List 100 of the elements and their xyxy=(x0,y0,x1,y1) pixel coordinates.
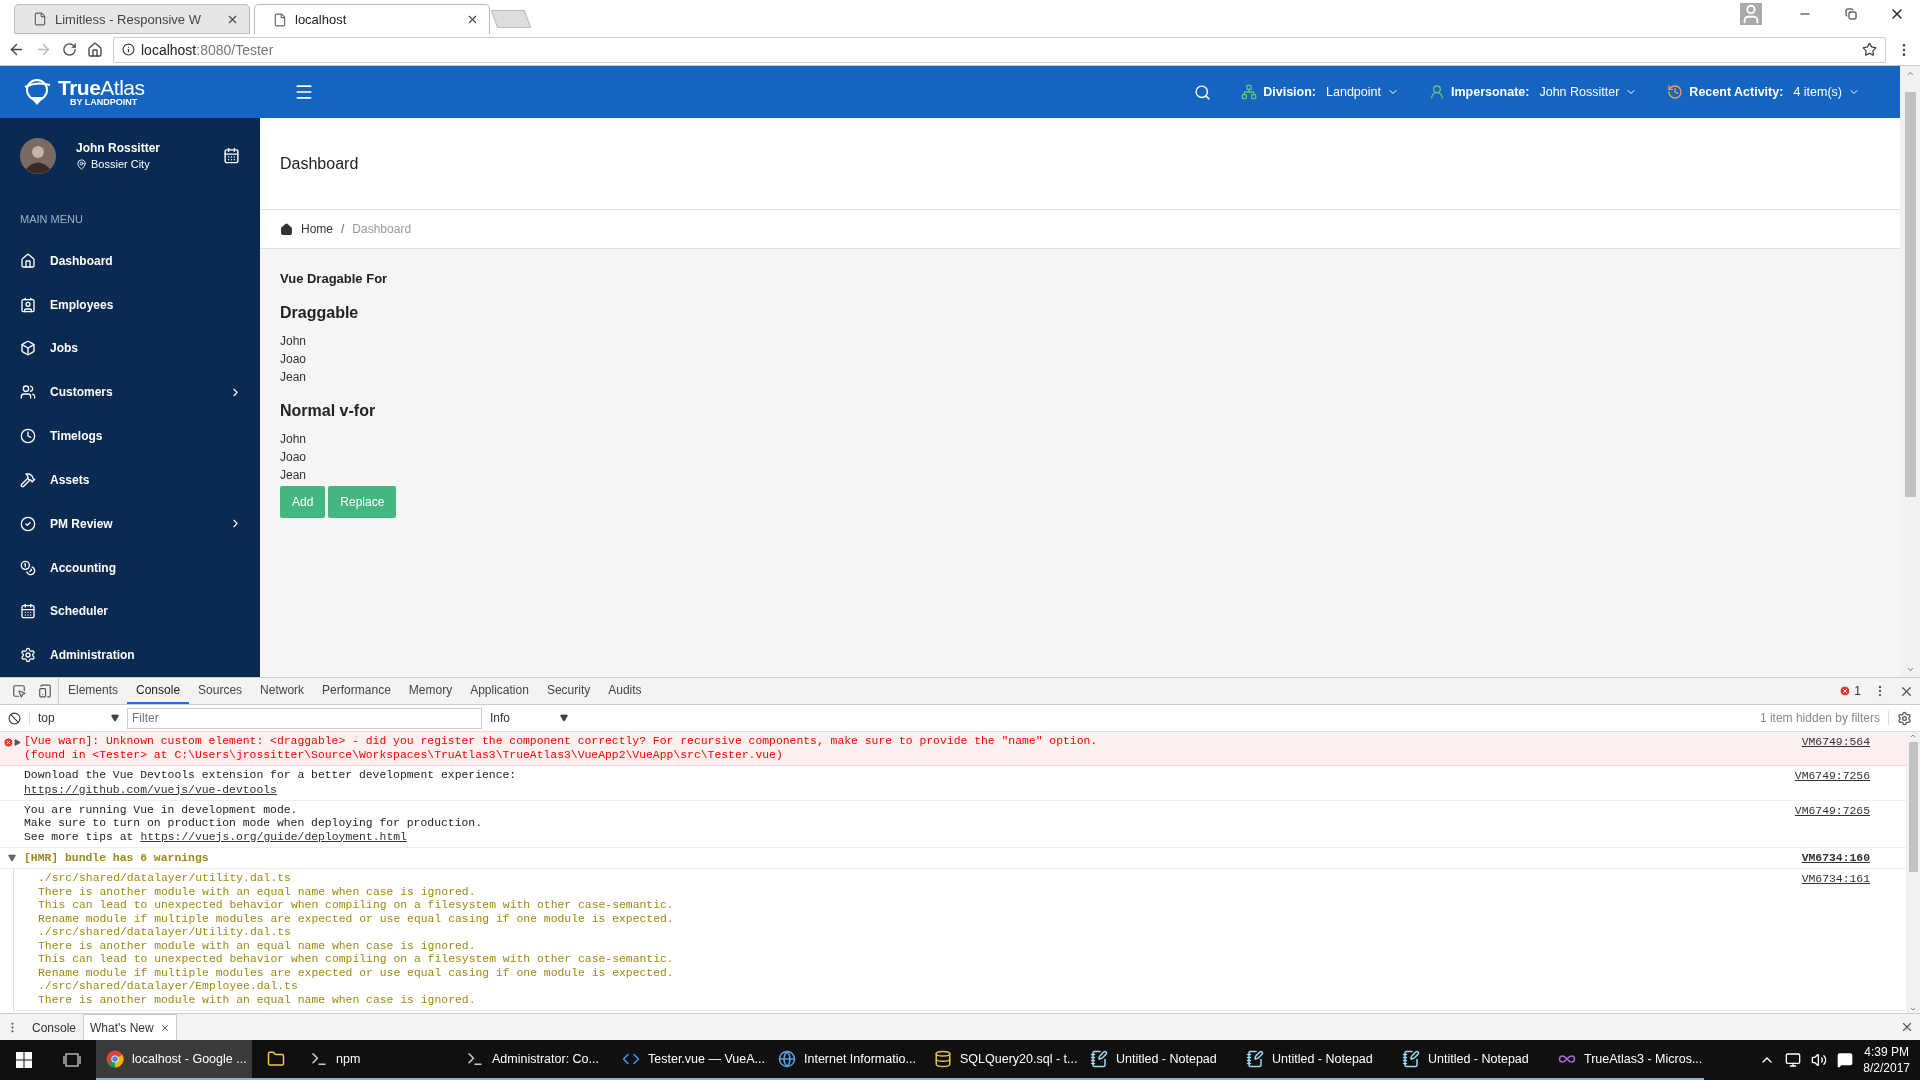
expand-arrow-icon[interactable] xyxy=(8,854,16,862)
notification-icon[interactable] xyxy=(1837,1052,1854,1068)
menu-label: Division: xyxy=(1263,85,1317,99)
source-link[interactable]: VM6734:161 xyxy=(1801,872,1870,886)
bookmark-star-icon[interactable] xyxy=(1862,42,1877,57)
taskbar-app[interactable]: Untitled - Notepad xyxy=(1392,1040,1548,1080)
menu-value[interactable]: John Rossitter xyxy=(1539,85,1620,99)
taskbar-app[interactable]: Tester.vue — VueA... xyxy=(612,1040,768,1080)
dropdown-arrow-icon[interactable] xyxy=(111,714,119,722)
sidebar-item[interactable]: Administration xyxy=(0,633,260,677)
inspect-icon[interactable] xyxy=(12,684,26,698)
section-heading: Normal v-for xyxy=(280,402,377,420)
taskbar-app[interactable]: localhost - Google ... xyxy=(96,1040,252,1080)
menu-value[interactable]: 4 item(s) xyxy=(1793,85,1842,99)
list-item: John xyxy=(280,431,308,448)
avatar xyxy=(20,137,56,174)
clear-console-icon[interactable] xyxy=(8,711,21,725)
terminal-icon xyxy=(466,1050,484,1068)
search-icon[interactable] xyxy=(1194,83,1212,101)
taskbar-app[interactable]: SQLQuery20.sql - t... xyxy=(924,1040,1080,1080)
source-link[interactable]: VM6734:160 xyxy=(1801,851,1870,865)
breadcrumb-link[interactable]: Home xyxy=(301,222,333,236)
scrollbar[interactable] xyxy=(1906,732,1920,1013)
sidebar-item[interactable]: Dashboard xyxy=(0,238,260,283)
scroll-down-icon[interactable] xyxy=(1905,665,1915,674)
close-icon[interactable] xyxy=(1900,1020,1914,1034)
menu-value[interactable]: Landpoint xyxy=(1326,85,1381,99)
devtools-tab[interactable]: Application xyxy=(461,678,538,704)
browser-tab[interactable]: Limitless - Responsive W xyxy=(14,4,250,34)
settings-icon[interactable] xyxy=(1897,710,1912,726)
console-text: There is another module with an equal name when case is ignored. xyxy=(38,885,477,899)
scrollbar[interactable] xyxy=(1900,66,1920,677)
level-select[interactable]: Info xyxy=(490,711,568,725)
restore-icon[interactable] xyxy=(1845,8,1857,20)
sidebar-item[interactable]: PM Review xyxy=(0,501,260,546)
expand-arrow-icon[interactable] xyxy=(14,738,21,746)
windows-icon[interactable] xyxy=(16,1052,32,1068)
sidebar-item[interactable]: Timelogs xyxy=(0,414,260,458)
taskbar-app[interactable]: TrueAtlas3 - Micros... xyxy=(1548,1040,1704,1080)
network-icon[interactable] xyxy=(1785,1052,1802,1068)
scroll-up-icon[interactable] xyxy=(1905,69,1915,78)
console-text: This can lead to unexpected behavior when compiling on a filesystem with other case-semantic. xyxy=(38,899,675,913)
scroll-thumb[interactable] xyxy=(1908,742,1918,872)
back-icon[interactable] xyxy=(8,41,25,58)
source-link[interactable]: VM6749:7265 xyxy=(1794,803,1870,818)
menu-icon[interactable] xyxy=(294,82,314,102)
source-link[interactable]: VM6749:564 xyxy=(1801,735,1870,749)
devtools-tab[interactable]: Elements xyxy=(59,678,128,704)
devtools-tab[interactable]: Security xyxy=(537,678,600,704)
info-icon[interactable] xyxy=(122,43,135,56)
sidebar-item[interactable]: Assets xyxy=(0,458,260,502)
console-group-title[interactable]: [HMR] bundle has 6 warnings xyxy=(24,851,1802,865)
console-text: You are running Vue in development mode. xyxy=(24,803,299,817)
clock[interactable]: 4:39 PM 8/2/2017 xyxy=(1863,1044,1910,1076)
taskbar-app[interactable]: Internet Informatio... xyxy=(768,1040,924,1080)
context-select[interactable]: top xyxy=(29,711,119,725)
close-icon[interactable] xyxy=(159,1022,170,1033)
address-bar[interactable]: localhost:8080/Tester xyxy=(113,36,1886,63)
devtools-tab[interactable]: Memory xyxy=(399,678,462,704)
scroll-down-icon[interactable] xyxy=(1909,1005,1917,1013)
devtools-tab[interactable]: Console xyxy=(127,678,190,704)
console-text: There is another module with an equal name when case is ignored. xyxy=(38,993,477,1007)
console-text: Make sure to turn on production mode when deploying for production. xyxy=(24,817,483,831)
taskbar-app[interactable]: Untitled - Notepad xyxy=(1236,1040,1392,1080)
device-icon[interactable] xyxy=(38,684,52,698)
console-text: ./src/shared/datalayer/utility.dal.ts xyxy=(38,872,292,886)
list-item: Jean xyxy=(280,467,308,484)
devtools-tab[interactable]: Sources xyxy=(189,678,252,704)
console-link[interactable]: https://vuejs.org/guide/deployment.html xyxy=(140,830,407,844)
filter-field[interactable]: Filter xyxy=(127,707,482,729)
scroll-up-icon[interactable] xyxy=(1909,732,1917,740)
devtools-tab[interactable]: Network xyxy=(251,678,314,704)
close-icon[interactable] xyxy=(466,13,479,26)
taskbar-app[interactable]: Administrator: Co... xyxy=(456,1040,612,1080)
console-text: ./src/shared/datalayer/Utility.dal.ts xyxy=(38,926,292,940)
console-link[interactable]: https://github.com/vuejs/vue-devtools xyxy=(24,782,1795,797)
scroll-thumb[interactable] xyxy=(1904,92,1916,497)
sidebar-item[interactable]: Jobs xyxy=(0,326,260,371)
task-view-icon[interactable] xyxy=(63,1053,81,1067)
calendar-icon[interactable] xyxy=(223,147,240,165)
drawer-tab[interactable]: Console xyxy=(25,1014,84,1040)
sidebar-item[interactable]: Accounting xyxy=(0,545,260,590)
taskbar-app[interactable]: npm xyxy=(300,1040,456,1080)
devtools-tab[interactable]: Audits xyxy=(599,678,651,704)
hidden-items-note: 1 item hidden by filters xyxy=(1759,711,1889,725)
source-link[interactable]: VM6749:7256 xyxy=(1794,769,1870,783)
dropdown-arrow-icon[interactable] xyxy=(560,714,568,722)
logo-tagline: BY LANDPOINT xyxy=(70,98,139,107)
reload-icon[interactable] xyxy=(62,42,77,57)
taskbar-app[interactable]: Untitled - Notepad xyxy=(1080,1040,1236,1080)
sidebar-item[interactable]: Employees xyxy=(0,282,260,327)
drawer-tab[interactable]: What's New xyxy=(83,1014,177,1040)
sidebar-item[interactable]: Customers xyxy=(0,370,260,415)
browser-tab[interactable]: localhost xyxy=(254,4,490,34)
page-icon xyxy=(273,12,287,27)
devtools-tab[interactable]: Performance xyxy=(313,678,400,704)
sidebar-item[interactable]: Scheduler xyxy=(0,589,260,634)
home-icon[interactable] xyxy=(87,41,103,58)
error-count[interactable]: 1 xyxy=(1854,684,1861,698)
volume-icon[interactable] xyxy=(1811,1052,1828,1068)
